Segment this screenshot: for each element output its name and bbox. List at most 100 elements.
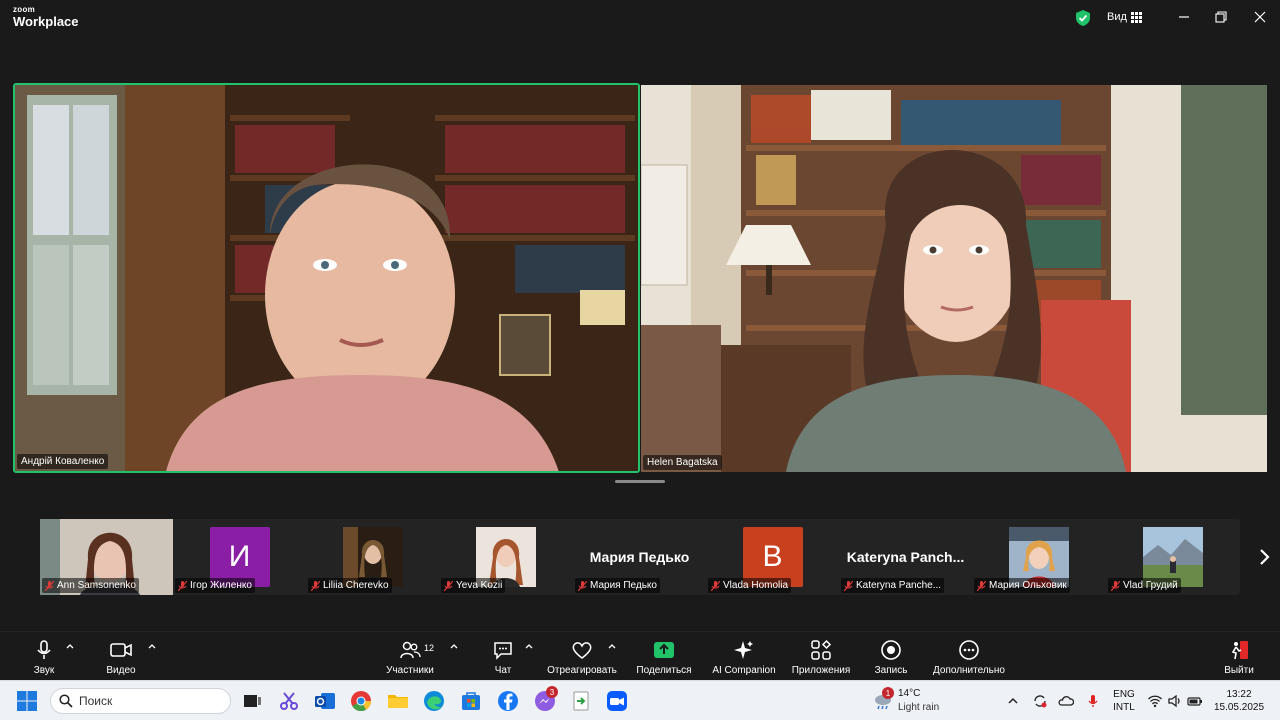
view-menu-label[interactable]: Вид (1107, 11, 1127, 23)
mic-muted-icon (444, 580, 453, 591)
restore-icon[interactable] (1215, 11, 1227, 23)
windows-start-icon[interactable] (15, 689, 39, 713)
clock-date: 15.05.2025 (1213, 702, 1265, 713)
chevron-right-icon[interactable] (1254, 545, 1274, 569)
windows-taskbar: Поиск 3 1 14°C Light rain ENG INTL 13:22… (0, 680, 1280, 720)
speaker-name-tag: Андрій Коваленко (17, 454, 109, 469)
thumb-name-tag: Liliia Cherevko (308, 578, 392, 593)
chevron-up-icon[interactable] (1005, 693, 1021, 709)
file-transfer-icon[interactable] (569, 689, 593, 713)
video-button[interactable]: Видео (101, 632, 141, 681)
share-screen-icon (654, 642, 674, 658)
share-button[interactable]: Поделиться (634, 632, 694, 681)
minimize-icon[interactable] (1178, 11, 1190, 23)
microphone-icon (37, 640, 51, 659)
active-speaker-tile[interactable]: Андрій Коваленко (13, 83, 640, 473)
weather-temp: 14°C (898, 688, 921, 699)
close-icon[interactable] (1254, 11, 1266, 23)
language-indicator[interactable]: ENG INTL (1109, 688, 1139, 714)
file-explorer-icon[interactable] (386, 689, 410, 713)
thumb-name-tag: Ann Samsonenko (42, 578, 139, 593)
more-icon (959, 640, 979, 660)
participants-icon (400, 641, 421, 659)
zoom-taskbar-icon[interactable] (605, 689, 629, 713)
leave-icon (1231, 641, 1248, 660)
mic-muted-icon (844, 580, 853, 591)
snipping-tool-icon[interactable] (277, 689, 301, 713)
resize-handle[interactable] (615, 480, 665, 483)
gallery-thumb[interactable]: Мария Ольховик (972, 519, 1105, 595)
title-bar: zoom Workplace Вид (0, 0, 1280, 37)
encryption-shield-icon[interactable] (1076, 10, 1090, 26)
weather-badge: 1 (882, 687, 894, 699)
clock-time: 13:22 (1226, 689, 1252, 700)
onedrive-icon[interactable] (1058, 693, 1074, 709)
gallery-strip: Ann Samsonenko И Ігор Жиленко Liliia Che… (40, 519, 1240, 595)
thumb-name-tag: Ігор Жиленко (175, 578, 255, 593)
zoom-logo: zoom Workplace (13, 6, 79, 29)
gallery-thumb[interactable]: Yeva Kozii (439, 519, 572, 595)
thumb-name-tag: Vlada Homolia (708, 578, 792, 593)
audio-options-caret-icon[interactable] (65, 642, 75, 650)
mic-muted-icon (711, 580, 720, 591)
view-grid-icon[interactable] (1131, 12, 1142, 23)
ai-companion-button[interactable]: AI Companion (710, 632, 778, 681)
mic-muted-icon (578, 580, 587, 591)
thumb-display-name: Мария Педько (589, 549, 690, 565)
speaker-video-frame (15, 85, 638, 471)
audio-button[interactable]: Звук (28, 632, 60, 681)
participant-video-frame (641, 85, 1267, 472)
apps-button[interactable]: Приложения (789, 632, 853, 681)
outlook-icon[interactable] (313, 689, 337, 713)
task-view-icon[interactable] (240, 689, 264, 713)
gallery-thumb[interactable]: Ann Samsonenko (40, 519, 173, 595)
gallery-thumb[interactable]: Мария Педько Мария Педько (573, 519, 706, 595)
meeting-toolbar: Звук Видео Участники 12 Чат Отреагироват… (0, 631, 1280, 680)
clock[interactable]: 13:22 15.05.2025 (1208, 688, 1270, 714)
gallery-thumb[interactable]: Liliia Cherevko (306, 519, 439, 595)
messenger-badge: 3 (546, 686, 558, 698)
facebook-icon[interactable] (496, 689, 520, 713)
record-button[interactable]: Запись (872, 632, 910, 681)
mic-muted-icon (178, 580, 187, 591)
search-icon (59, 694, 73, 708)
gallery-thumb[interactable]: Vlad Грудий (1106, 519, 1239, 595)
battery-icon[interactable] (1187, 693, 1203, 709)
search-placeholder: Поиск (79, 694, 113, 708)
participants-button[interactable]: Участники (382, 632, 438, 681)
participants-options-caret-icon[interactable] (449, 642, 459, 650)
participants-count: 12 (424, 643, 435, 653)
volume-icon[interactable] (1167, 693, 1183, 709)
mic-muted-icon (977, 580, 986, 591)
gallery-thumb[interactable]: B Vlada Homolia (706, 519, 839, 595)
camera-icon (110, 643, 132, 657)
participant-main-tile[interactable]: Helen Bagatska (641, 85, 1267, 472)
chat-icon (494, 642, 512, 660)
gallery-thumb[interactable]: И Ігор Жиленко (173, 519, 306, 595)
sync-icon[interactable] (1032, 693, 1048, 709)
react-options-caret-icon[interactable] (607, 642, 617, 650)
heart-icon (572, 642, 592, 659)
brand-big: Workplace (13, 14, 79, 29)
microphone-tray-icon[interactable] (1085, 693, 1101, 709)
thumb-name-tag: Vlad Грудий (1108, 578, 1181, 593)
taskbar-search[interactable]: Поиск (50, 688, 231, 714)
microsoft-store-icon[interactable] (459, 689, 483, 713)
apps-icon (811, 639, 832, 660)
leave-button[interactable]: Выйти (1222, 632, 1256, 681)
chat-button[interactable]: Чат (488, 632, 518, 681)
wifi-icon[interactable] (1147, 693, 1163, 709)
thumb-name-tag: Kateryna Panche... (841, 578, 945, 593)
more-button[interactable]: Дополнительно (929, 632, 1009, 681)
participant-name-tag: Helen Bagatska (643, 455, 722, 470)
react-button[interactable]: Отреагировать (545, 632, 619, 681)
chrome-icon[interactable] (349, 689, 373, 713)
chat-options-caret-icon[interactable] (524, 642, 534, 650)
weather-desc: Light rain (898, 702, 940, 713)
thumb-name-tag: Мария Ольховик (974, 578, 1070, 593)
gallery-thumb[interactable]: Kateryna Panch... Kateryna Panche... (839, 519, 972, 595)
sparkle-icon (734, 641, 753, 659)
thumb-name-tag: Мария Педько (575, 578, 660, 593)
edge-icon[interactable] (422, 689, 446, 713)
video-options-caret-icon[interactable] (147, 642, 157, 650)
